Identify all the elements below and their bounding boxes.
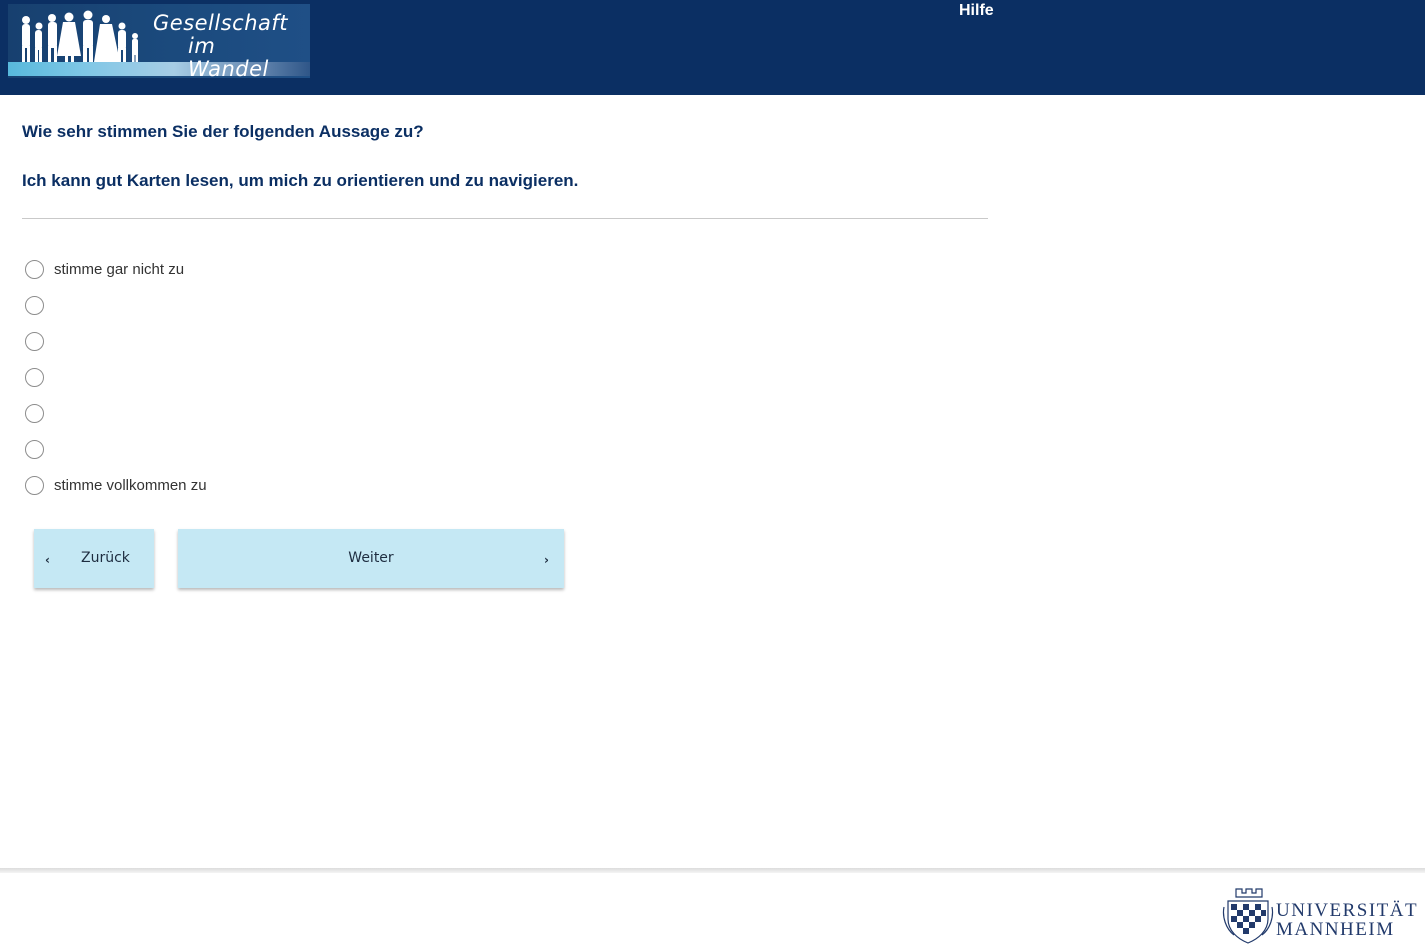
university-crest-icon — [1222, 888, 1274, 944]
chevron-right-icon: › — [544, 553, 549, 567]
question-title: Wie sehr stimmen Sie der folgenden Aussa… — [22, 122, 424, 141]
logo-text-line2: im Wandel — [188, 34, 269, 79]
back-button-label: Zurück — [81, 550, 130, 566]
back-button[interactable]: ‹ Zurück — [34, 529, 154, 588]
divider — [22, 218, 988, 219]
header-bar: Gesellschaft im Wandel Hilfe — [0, 0, 1425, 95]
logo-text-line1: Gesellschaft — [153, 11, 289, 35]
question-statement: Ich kann gut Karten lesen, um mich zu or… — [22, 171, 579, 190]
radio-button-5[interactable] — [25, 403, 44, 423]
next-button-label: Weiter — [348, 550, 394, 566]
radio-button-3[interactable] — [25, 331, 44, 351]
option-7[interactable]: stimme vollkommen zu — [25, 475, 207, 495]
option-label-1: stimme gar nicht zu — [54, 260, 185, 278]
option-2[interactable] — [25, 295, 54, 315]
radio-button-2[interactable] — [25, 295, 44, 315]
chevron-left-icon: ‹ — [45, 553, 50, 567]
option-1[interactable]: stimme gar nicht zu — [25, 259, 184, 279]
gesellschaft-im-wandel-logo: Gesellschaft im Wandel — [8, 4, 310, 78]
university-mannheim-logo: UNIVERSITÄT MANNHEIM — [1222, 885, 1422, 945]
footer-divider — [0, 868, 1425, 873]
help-link[interactable]: Hilfe — [959, 2, 994, 20]
radio-button-4[interactable] — [25, 367, 44, 387]
next-button[interactable]: Weiter › — [178, 529, 564, 588]
option-4[interactable] — [25, 367, 54, 387]
radio-button-6[interactable] — [25, 439, 44, 459]
radio-button-1[interactable] — [25, 259, 44, 279]
option-5[interactable] — [25, 403, 54, 423]
option-3[interactable] — [25, 331, 54, 351]
logo-text: Gesellschaft im Wandel — [153, 11, 303, 79]
option-6[interactable] — [25, 439, 54, 459]
university-name-line2: MANNHEIM — [1276, 919, 1395, 940]
university-name: UNIVERSITÄT MANNHEIM — [1276, 901, 1418, 939]
university-name-line1: UNIVERSITÄT — [1276, 900, 1419, 921]
radio-button-7[interactable] — [25, 475, 44, 495]
option-label-7: stimme vollkommen zu — [54, 476, 207, 494]
